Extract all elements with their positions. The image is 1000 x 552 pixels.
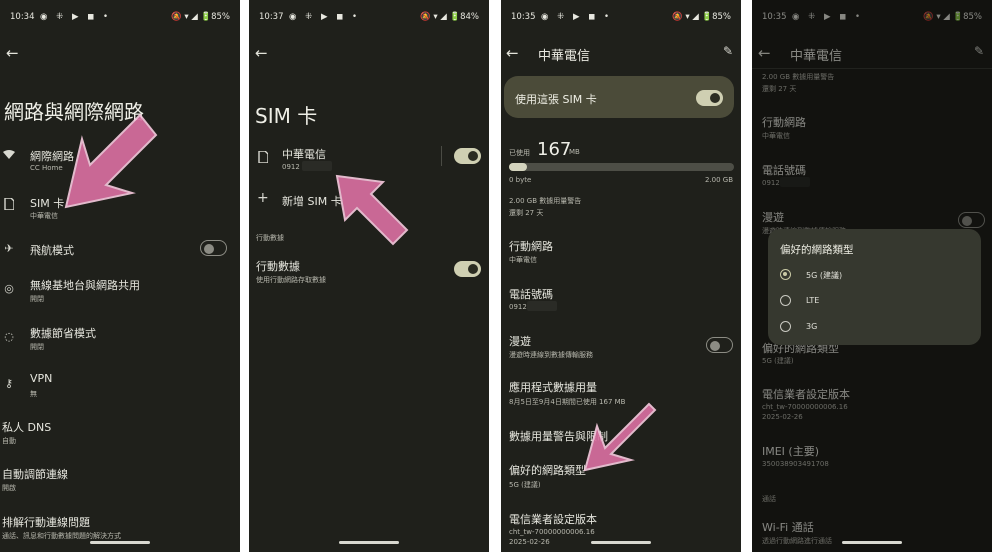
back-arrow-icon[interactable]: ← [506, 44, 519, 62]
list-item-sub: 無 [30, 390, 37, 398]
back-arrow-icon[interactable]: ← [6, 44, 19, 62]
redacted-number [527, 301, 557, 311]
dialog-title: 偏好的網路類型 [780, 244, 854, 256]
status-notification-icons: ◉ ⁜ ▶ ◼ • [289, 12, 360, 22]
plus-icon: + [257, 190, 269, 206]
sim-name: 中華電信 [282, 148, 326, 161]
airplane-mode-toggle[interactable] [200, 240, 227, 256]
wifi-icon [2, 150, 16, 163]
radio-3g[interactable] [780, 321, 791, 332]
vpn-key-icon: ⚷ [4, 377, 14, 390]
pointer-arrow-icon [64, 113, 158, 209]
data-saver-icon: ◌ [4, 330, 14, 343]
list-item-sub: 開啟 [2, 484, 16, 492]
sim-card-icon [2, 197, 16, 213]
sim-number: 0912 [282, 163, 300, 171]
used-value: 167 [537, 139, 572, 160]
days-left: 還剩 27 天 [509, 209, 544, 217]
list-item-label: VPN [30, 372, 53, 385]
hotspot-icon: ◎ [4, 282, 14, 295]
list-item-label: 自動調節連線 [2, 468, 68, 481]
sim-toggle[interactable] [454, 148, 481, 164]
radio-5g[interactable] [780, 269, 791, 280]
list-item-sub: 開閉 [30, 295, 44, 303]
used-unit: MB [569, 148, 580, 156]
list-item-sub: 5G (建議) [509, 481, 541, 489]
usage-progress-bar [509, 163, 734, 171]
option-label: LTE [806, 296, 820, 305]
home-indicator [90, 541, 150, 544]
usage-progress-fill [509, 163, 527, 171]
list-item-sub: cht_tw-70000000006.16 [509, 528, 595, 536]
list-item-sub: 自動 [2, 437, 16, 445]
list-item-label: 私人 DNS [2, 421, 52, 434]
page-title: 中華電信 [538, 49, 591, 64]
screen-sim-cards: 10:37 ◉ ⁜ ▶ ◼ • 🔕 ▾ ◢ 🔋84% ← SIM 卡 中華電信 … [249, 0, 489, 552]
range-min: 0 byte [509, 176, 532, 184]
list-item-label: 排解行動連線問題 [2, 516, 90, 529]
list-item-label: 行動網路 [509, 240, 553, 253]
mobile-data-sub: 使用行動網路存取數據 [256, 276, 326, 284]
list-item-sub: 通話、訊息和行動數據問題的解決方式 [2, 532, 121, 540]
radio-lte[interactable] [780, 295, 791, 306]
back-arrow-icon[interactable]: ← [255, 44, 268, 62]
list-item-label: 偏好的網路類型 [509, 464, 586, 477]
list-item-sub: 2025-02-26 [509, 538, 550, 546]
usage-warning: 2.00 GB 數據用量警告 [509, 197, 582, 205]
list-item-label: 數據節省模式 [30, 327, 96, 340]
home-indicator [339, 541, 399, 544]
list-item-label: 漫遊 [509, 335, 531, 348]
list-item-sub: 漫遊時連線到數據傳輸服務 [509, 351, 593, 359]
used-prefix: 已使用 [509, 149, 530, 157]
list-item-sub: 0912 [509, 303, 527, 311]
pointer-arrow-icon [583, 402, 657, 472]
status-notification-icons: ◉ ⁜ ▶ ◼ • [541, 12, 612, 22]
status-bar: 10:35 ◉ ⁜ ▶ ◼ • 🔕 ▾ ◢ 🔋85% [511, 10, 731, 26]
status-system-icons: 🔕 ▾ ◢ 🔋85% [171, 12, 230, 22]
status-bar: 10:37 ◉ ⁜ ▶ ◼ • 🔕 ▾ ◢ 🔋84% [259, 10, 479, 26]
screen-preferred-network-dialog: 10:35 ◉ ⁜ ▶ ◼ • 🔕 ▾ ◢ 🔋85% ← 中華電信 ✎ 2.00… [752, 0, 992, 552]
list-item-sub: 中華電信 [30, 212, 58, 220]
home-indicator [591, 541, 651, 544]
sim-card-icon [256, 150, 270, 166]
status-time: 10:37 [259, 12, 284, 22]
home-indicator [842, 541, 902, 544]
list-item-sub: 開閉 [30, 343, 44, 351]
list-item-label: 飛航模式 [30, 244, 74, 257]
status-system-icons: 🔕 ▾ ◢ 🔋85% [672, 12, 731, 22]
divider [441, 146, 442, 166]
use-sim-label: 使用這張 SIM 卡 [515, 93, 597, 106]
use-sim-toggle[interactable] [696, 90, 723, 106]
page-title: SIM 卡 [255, 104, 318, 128]
section-header: 行動數據 [256, 234, 284, 242]
list-item-sub: CC Home [30, 164, 63, 172]
status-bar: 10:34 ◉ ⁜ ▶ ◼ • 🔕 ▾ ◢ 🔋85% [10, 10, 230, 26]
list-item-label: 電話號碼 [509, 288, 553, 301]
screen-network-internet: 10:34 ◉ ⁜ ▶ ◼ • 🔕 ▾ ◢ 🔋85% ← 網路與網際網路 網際網… [0, 0, 240, 552]
status-system-icons: 🔕 ▾ ◢ 🔋84% [420, 12, 479, 22]
roaming-toggle[interactable] [706, 337, 733, 353]
status-time: 10:35 [511, 12, 536, 22]
preferred-network-dialog: 偏好的網路類型 5G (建議) LTE 3G [768, 229, 981, 345]
list-item-label: 無線基地台與網路共用 [30, 279, 140, 292]
mobile-data-label: 行動數據 [256, 260, 300, 273]
option-label: 5G (建議) [806, 271, 843, 280]
airplane-icon: ✈ [4, 242, 14, 255]
list-item-sub: 中華電信 [509, 256, 537, 264]
range-max: 2.00 GB [705, 176, 734, 184]
pointer-arrow-icon [335, 174, 409, 246]
use-sim-card[interactable]: 使用這張 SIM 卡 [504, 76, 734, 118]
status-time: 10:34 [10, 12, 35, 22]
option-label: 3G [806, 322, 818, 331]
screen-sim-details: 10:35 ◉ ⁜ ▶ ◼ • 🔕 ▾ ◢ 🔋85% ← 中華電信 ✎ 使用這張… [501, 0, 741, 552]
status-notification-icons: ◉ ⁜ ▶ ◼ • [40, 12, 111, 22]
edit-pencil-icon[interactable]: ✎ [723, 44, 733, 58]
